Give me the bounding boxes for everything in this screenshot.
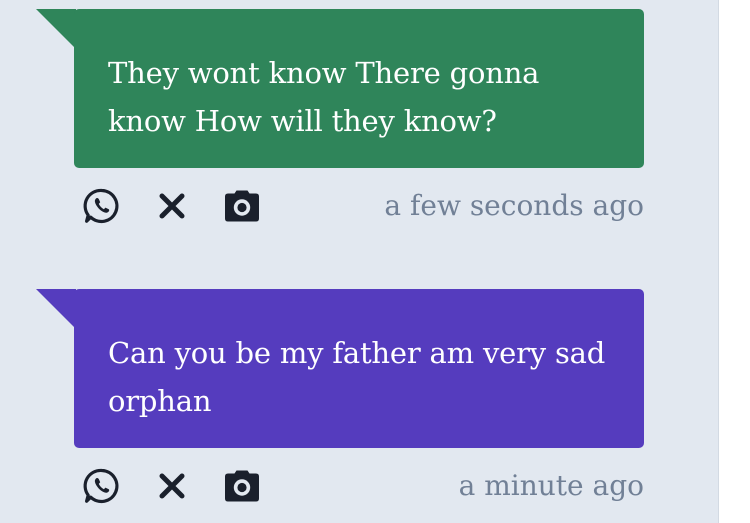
message-timestamp: a few seconds ago: [384, 189, 644, 222]
close-icon: [159, 193, 185, 219]
bubble-tail: [36, 289, 76, 329]
message-feed: They wont know There gonna know How will…: [0, 0, 718, 523]
close-icon: [159, 473, 185, 499]
message-card: Can you be my father am very sad orphan: [36, 289, 644, 509]
whatsapp-icon: [83, 468, 119, 504]
message-timestamp: a minute ago: [458, 469, 644, 502]
share-whatsapp-button[interactable]: [82, 186, 122, 226]
confession-feed-page: They wont know There gonna know How will…: [0, 0, 750, 523]
message-meta: a minute ago: [82, 466, 644, 506]
message-card: They wont know There gonna know How will…: [36, 9, 644, 229]
camera-icon: [225, 470, 259, 502]
whatsapp-icon: [83, 188, 119, 224]
message-meta: a few seconds ago: [82, 186, 644, 226]
camera-icon: [225, 190, 259, 222]
share-whatsapp-button[interactable]: [82, 466, 122, 506]
dismiss-button[interactable]: [152, 466, 192, 506]
bubble-tail: [36, 9, 76, 49]
message-bubble: Can you be my father am very sad orphan: [74, 289, 644, 448]
message-text: They wont know There gonna know How will…: [108, 56, 540, 138]
message-bubble: They wont know There gonna know How will…: [74, 9, 644, 168]
snapshot-button[interactable]: [222, 186, 262, 226]
right-rail: [718, 0, 750, 523]
dismiss-button[interactable]: [152, 186, 192, 226]
message-text: Can you be my father am very sad orphan: [108, 336, 606, 418]
snapshot-button[interactable]: [222, 466, 262, 506]
